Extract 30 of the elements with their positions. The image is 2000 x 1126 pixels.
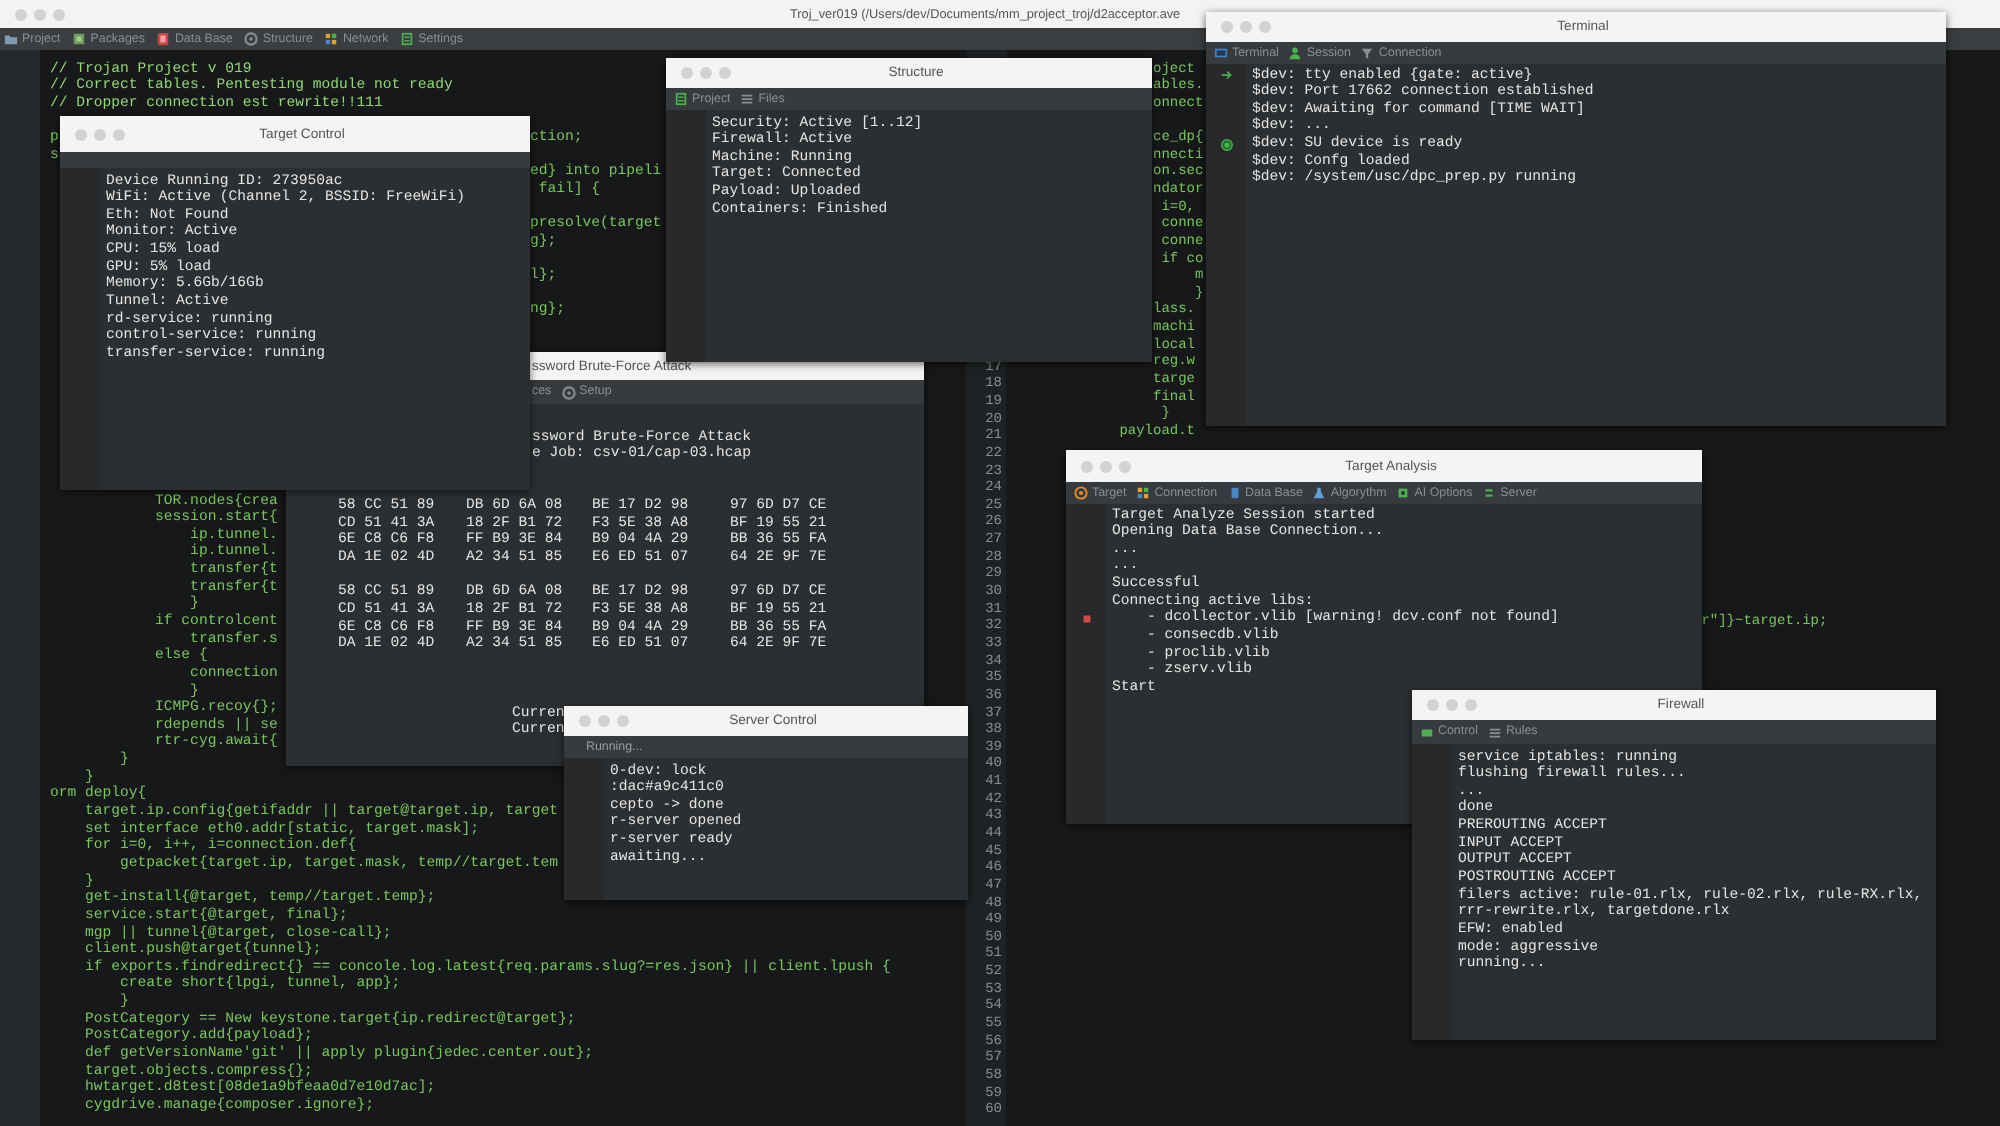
list-icon	[740, 92, 755, 106]
list-icon	[1487, 725, 1502, 739]
folder-icon	[4, 32, 18, 46]
gear-icon	[244, 32, 259, 46]
error-square-icon	[1079, 612, 1093, 627]
target-icon	[1074, 486, 1088, 500]
database-icon	[1227, 486, 1242, 500]
box-icon	[72, 32, 87, 46]
window-controls-icon	[1080, 459, 1132, 473]
document-icon	[400, 32, 415, 46]
arrow-icon	[1219, 68, 1233, 83]
window-controls-icon	[680, 66, 732, 80]
flask-icon	[1312, 486, 1327, 500]
document-icon	[674, 92, 688, 106]
window-controls-icon	[14, 7, 66, 21]
chip-icon	[1396, 486, 1411, 500]
window-controls-icon	[1426, 698, 1478, 712]
gear-icon	[561, 385, 576, 399]
window-controls-icon	[1220, 20, 1272, 34]
flag-icon	[1420, 725, 1434, 739]
person-icon	[1288, 46, 1303, 60]
monitor-icon	[1214, 46, 1228, 60]
filter-icon	[1360, 46, 1375, 60]
window-controls-icon	[578, 714, 630, 728]
database-icon	[156, 32, 171, 46]
grid-icon	[1136, 486, 1151, 500]
server-icon	[1482, 486, 1497, 500]
grid-icon	[324, 32, 339, 46]
window-controls-icon	[74, 127, 126, 141]
status-dot-icon	[1219, 137, 1233, 152]
